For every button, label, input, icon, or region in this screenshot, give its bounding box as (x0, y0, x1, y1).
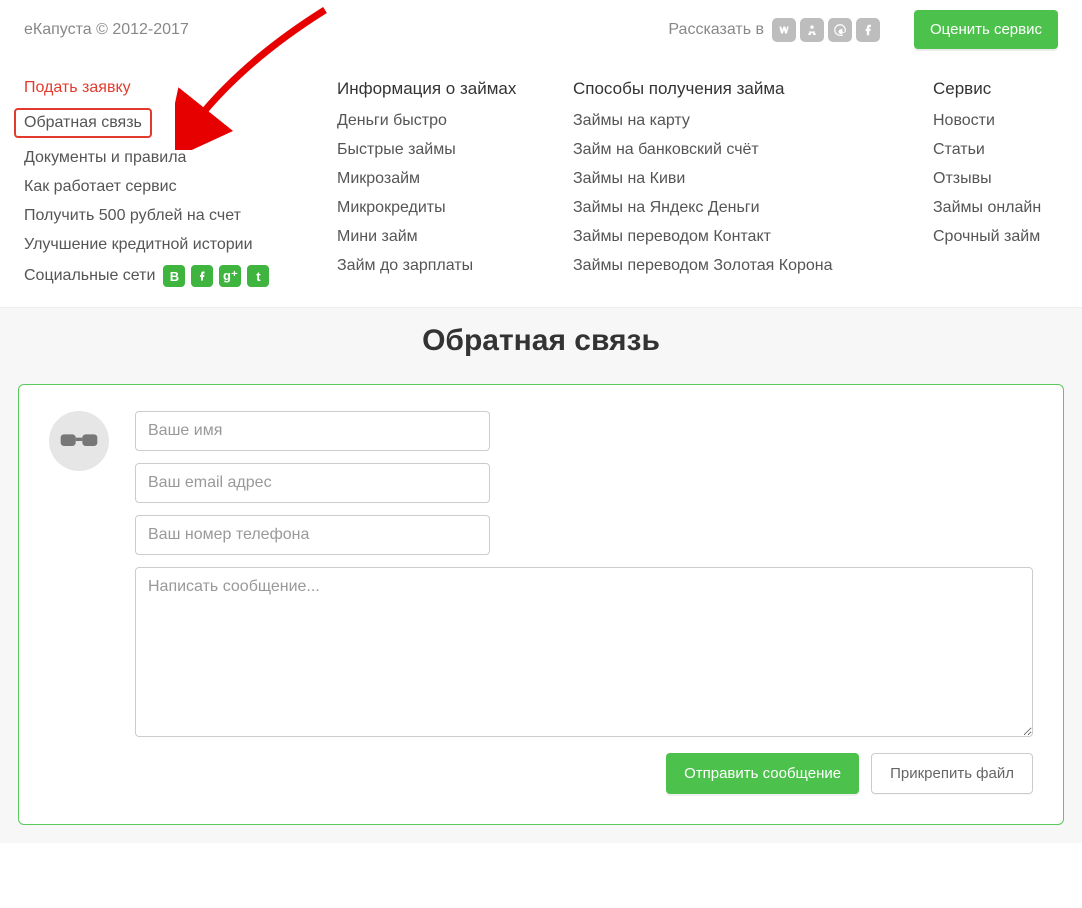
nav-reviews[interactable]: Отзывы (933, 170, 1058, 188)
nav-articles[interactable]: Статьи (933, 141, 1058, 159)
nav-apply[interactable]: Подать заявку (24, 79, 337, 97)
feedback-form-card: Отправить сообщение Прикрепить файл (18, 384, 1064, 825)
gplus-green-icon[interactable]: g⁺ (219, 265, 241, 287)
copyright-text: еКапуста © 2012-2017 (24, 21, 189, 39)
footer-col-service: Сервис Новости Статьи Отзывы Займы онлай… (933, 79, 1058, 287)
at-icon[interactable] (828, 18, 852, 42)
rate-service-button[interactable]: Оценить сервис (914, 10, 1058, 49)
nav-how-it-works[interactable]: Как работает сервис (24, 178, 337, 196)
nav-loan-qiwi[interactable]: Займы на Киви (573, 170, 933, 188)
footer-col-info: Информация о займах Деньги быстро Быстры… (337, 79, 573, 287)
tw-green-icon[interactable]: t (247, 265, 269, 287)
fb-green-icon[interactable] (191, 265, 213, 287)
nav-online-loans[interactable]: Займы онлайн (933, 199, 1058, 217)
nav-microcredits[interactable]: Микрокредиты (337, 199, 573, 217)
nav-documents[interactable]: Документы и правила (24, 149, 337, 167)
col-head-info: Информация о займах (337, 79, 573, 99)
phone-input[interactable] (135, 515, 490, 555)
fb-icon[interactable] (856, 18, 880, 42)
nav-payday-loan[interactable]: Займ до зарплаты (337, 257, 573, 275)
nav-loan-card[interactable]: Займы на карту (573, 112, 933, 130)
nav-news[interactable]: Новости (933, 112, 1058, 130)
attach-file-button[interactable]: Прикрепить файл (871, 753, 1033, 794)
ok-icon[interactable] (800, 18, 824, 42)
nav-fast-loans[interactable]: Быстрые займы (337, 141, 573, 159)
nav-loan-korona[interactable]: Займы переводом Золотая Корона (573, 257, 933, 275)
nav-loan-yandex[interactable]: Займы на Яндекс Деньги (573, 199, 933, 217)
nav-mini-loan[interactable]: Мини займ (337, 228, 573, 246)
nav-urgent-loan[interactable]: Срочный займ (933, 228, 1058, 246)
vk-icon[interactable] (772, 18, 796, 42)
footer-col-methods: Способы получения займа Займы на карту З… (573, 79, 933, 287)
footer-col-main: Подать заявку Обратная связь Документы и… (24, 79, 337, 287)
col-head-methods: Способы получения займа (573, 79, 933, 99)
nav-social-label: Социальные сети (24, 267, 155, 285)
nav-fast-money[interactable]: Деньги быстро (337, 112, 573, 130)
nav-loan-bank[interactable]: Займ на банковский счёт (573, 141, 933, 159)
nav-credit-history[interactable]: Улучшение кредитной истории (24, 236, 337, 254)
nav-feedback[interactable]: Обратная связь (14, 108, 152, 138)
share-label: Рассказать в (668, 21, 764, 39)
nav-microloan[interactable]: Микрозайм (337, 170, 573, 188)
share-icons-group (772, 18, 880, 42)
col-head-service: Сервис (933, 79, 1058, 99)
send-message-button[interactable]: Отправить сообщение (666, 753, 859, 794)
message-textarea[interactable] (135, 567, 1033, 737)
nav-social: Социальные сети B g⁺ t (24, 265, 337, 287)
nav-get-500[interactable]: Получить 500 рублей на счет (24, 207, 337, 225)
avatar-icon (49, 411, 109, 471)
vk-green-icon[interactable]: B (163, 265, 185, 287)
nav-loan-contact[interactable]: Займы переводом Контакт (573, 228, 933, 246)
email-input[interactable] (135, 463, 490, 503)
name-input[interactable] (135, 411, 490, 451)
feedback-title: Обратная связь (18, 324, 1064, 358)
